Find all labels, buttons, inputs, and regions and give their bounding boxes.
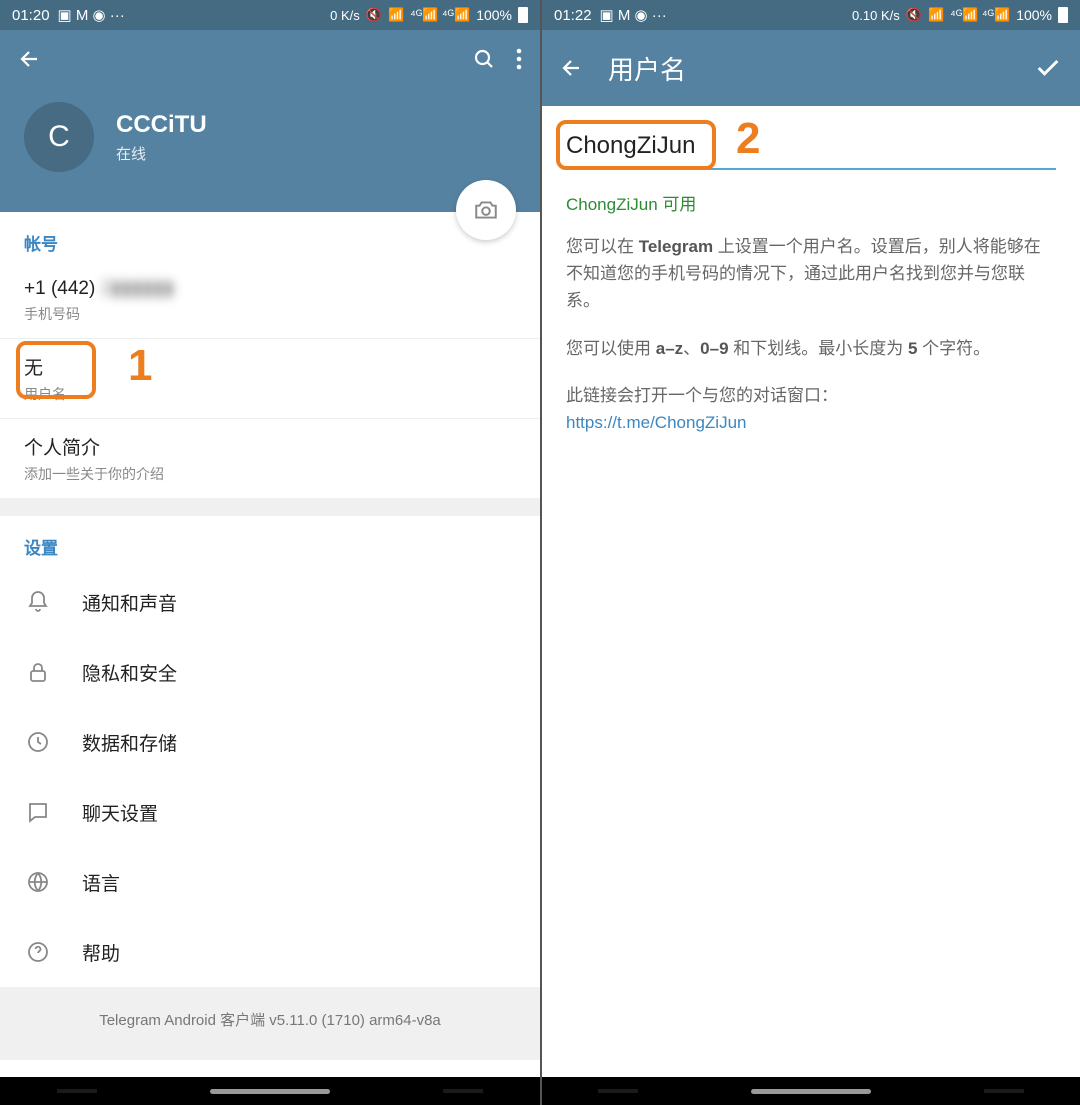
help-text-2: 您可以使用 a–z、0–9 和下划线。最小长度为 5 个字符。 bbox=[566, 335, 1056, 362]
status-net-speed: 0 K/s bbox=[330, 8, 360, 23]
battery-icon bbox=[518, 7, 528, 23]
toolbar-title: 用户名 bbox=[608, 50, 1026, 87]
phone-right: 01:22 ▣ M ◉ ··· 0.10 K/s 🔇 📶 ⁴ᴳ📶 ⁴ᴳ📶 100… bbox=[540, 0, 1080, 1105]
bio-item[interactable]: 个人简介 添加一些关于你的介绍 bbox=[0, 419, 540, 498]
profile-name: CCCiTU bbox=[116, 111, 207, 139]
settings-help[interactable]: 帮助 bbox=[0, 917, 540, 987]
help-text-1: 您可以在 Telegram 上设置一个用户名。设置后，别人将能够在不知道您的手机… bbox=[566, 233, 1056, 315]
profile-header: C CCCiTU 在线 bbox=[0, 88, 540, 212]
phone-left: 01:20 ▣ M ◉ ··· 0 K/s 🔇 📶 ⁴ᴳ📶 ⁴ᴳ📶 100% C… bbox=[0, 0, 540, 1105]
back-button[interactable] bbox=[560, 56, 584, 80]
status-notification-icons: ▣ M ◉ ··· bbox=[600, 6, 667, 24]
menu-button[interactable] bbox=[516, 47, 522, 71]
bio-label: 添加一些关于你的介绍 bbox=[24, 464, 516, 484]
chat-icon bbox=[24, 798, 52, 826]
phone-number-label: 手机号码 bbox=[24, 304, 516, 324]
profile-status: 在线 bbox=[116, 143, 207, 164]
signal-icon: ⁴ᴳ📶 ⁴ᴳ📶 bbox=[950, 7, 1010, 23]
help-icon bbox=[24, 938, 52, 966]
divider bbox=[0, 498, 540, 516]
status-time: 01:22 bbox=[554, 7, 592, 24]
clock-icon bbox=[24, 728, 52, 756]
status-notification-icons: ▣ M ◉ ··· bbox=[58, 6, 125, 24]
status-battery: 100% bbox=[1016, 7, 1052, 23]
bio-value: 个人简介 bbox=[24, 433, 516, 460]
back-button[interactable] bbox=[18, 47, 42, 71]
status-bar: 01:22 ▣ M ◉ ··· 0.10 K/s 🔇 📶 ⁴ᴳ📶 ⁴ᴳ📶 100… bbox=[542, 0, 1080, 30]
signal-icon: ⁴ᴳ📶 ⁴ᴳ📶 bbox=[410, 7, 470, 23]
help-text-3: 此链接会打开一个与您的对话窗口： bbox=[566, 382, 1056, 409]
nav-bar bbox=[542, 1077, 1080, 1105]
wifi-icon: 📶 bbox=[928, 7, 944, 23]
status-battery: 100% bbox=[476, 7, 512, 23]
status-bar: 01:20 ▣ M ◉ ··· 0 K/s 🔇 📶 ⁴ᴳ📶 ⁴ᴳ📶 100% bbox=[0, 0, 540, 30]
camera-button[interactable] bbox=[456, 180, 516, 240]
status-time: 01:20 bbox=[12, 7, 50, 24]
bell-icon bbox=[24, 588, 52, 616]
username-value: 无 bbox=[24, 353, 516, 380]
username-input-wrap bbox=[566, 132, 1056, 170]
settings-notifications[interactable]: 通知和声音 bbox=[0, 567, 540, 637]
lock-icon bbox=[24, 658, 52, 686]
settings-section-title: 设置 bbox=[0, 516, 540, 567]
toolbar: 用户名 bbox=[542, 30, 1080, 106]
username-item[interactable]: 无 用户名 1 bbox=[0, 339, 540, 419]
wifi-icon: 📶 bbox=[388, 7, 404, 23]
settings-language[interactable]: 语言 bbox=[0, 847, 540, 917]
globe-icon bbox=[24, 868, 52, 896]
settings-chat[interactable]: 聊天设置 bbox=[0, 777, 540, 847]
avatar[interactable]: C bbox=[24, 102, 94, 172]
battery-icon bbox=[1058, 7, 1068, 23]
username-link[interactable]: https://t.me/ChongZiJun bbox=[566, 413, 746, 432]
mute-icon: 🔇 bbox=[366, 7, 382, 23]
confirm-button[interactable] bbox=[1034, 54, 1062, 82]
settings-privacy[interactable]: 隐私和安全 bbox=[0, 637, 540, 707]
content: 帐号 +1 (442) 2▮▮▮▮▮▮ 手机号码 无 用户名 1 个人简介 添加… bbox=[0, 212, 540, 1077]
username-input[interactable] bbox=[566, 132, 1056, 160]
phone-number-item[interactable]: +1 (442) 2▮▮▮▮▮▮ 手机号码 bbox=[0, 263, 540, 339]
nav-bar bbox=[0, 1077, 540, 1105]
status-net-speed: 0.10 K/s bbox=[852, 8, 900, 23]
content: ChongZiJun 可用 您可以在 Telegram 上设置一个用户名。设置后… bbox=[542, 106, 1080, 1077]
settings-data[interactable]: 数据和存储 bbox=[0, 707, 540, 777]
search-button[interactable] bbox=[472, 47, 496, 71]
toolbar bbox=[0, 30, 540, 88]
version-footer: Telegram Android 客户端 v5.11.0 (1710) arm6… bbox=[0, 987, 540, 1060]
mute-icon: 🔇 bbox=[906, 7, 922, 23]
username-label: 用户名 bbox=[24, 384, 516, 404]
username-available-text: ChongZiJun 可用 bbox=[566, 190, 1056, 215]
